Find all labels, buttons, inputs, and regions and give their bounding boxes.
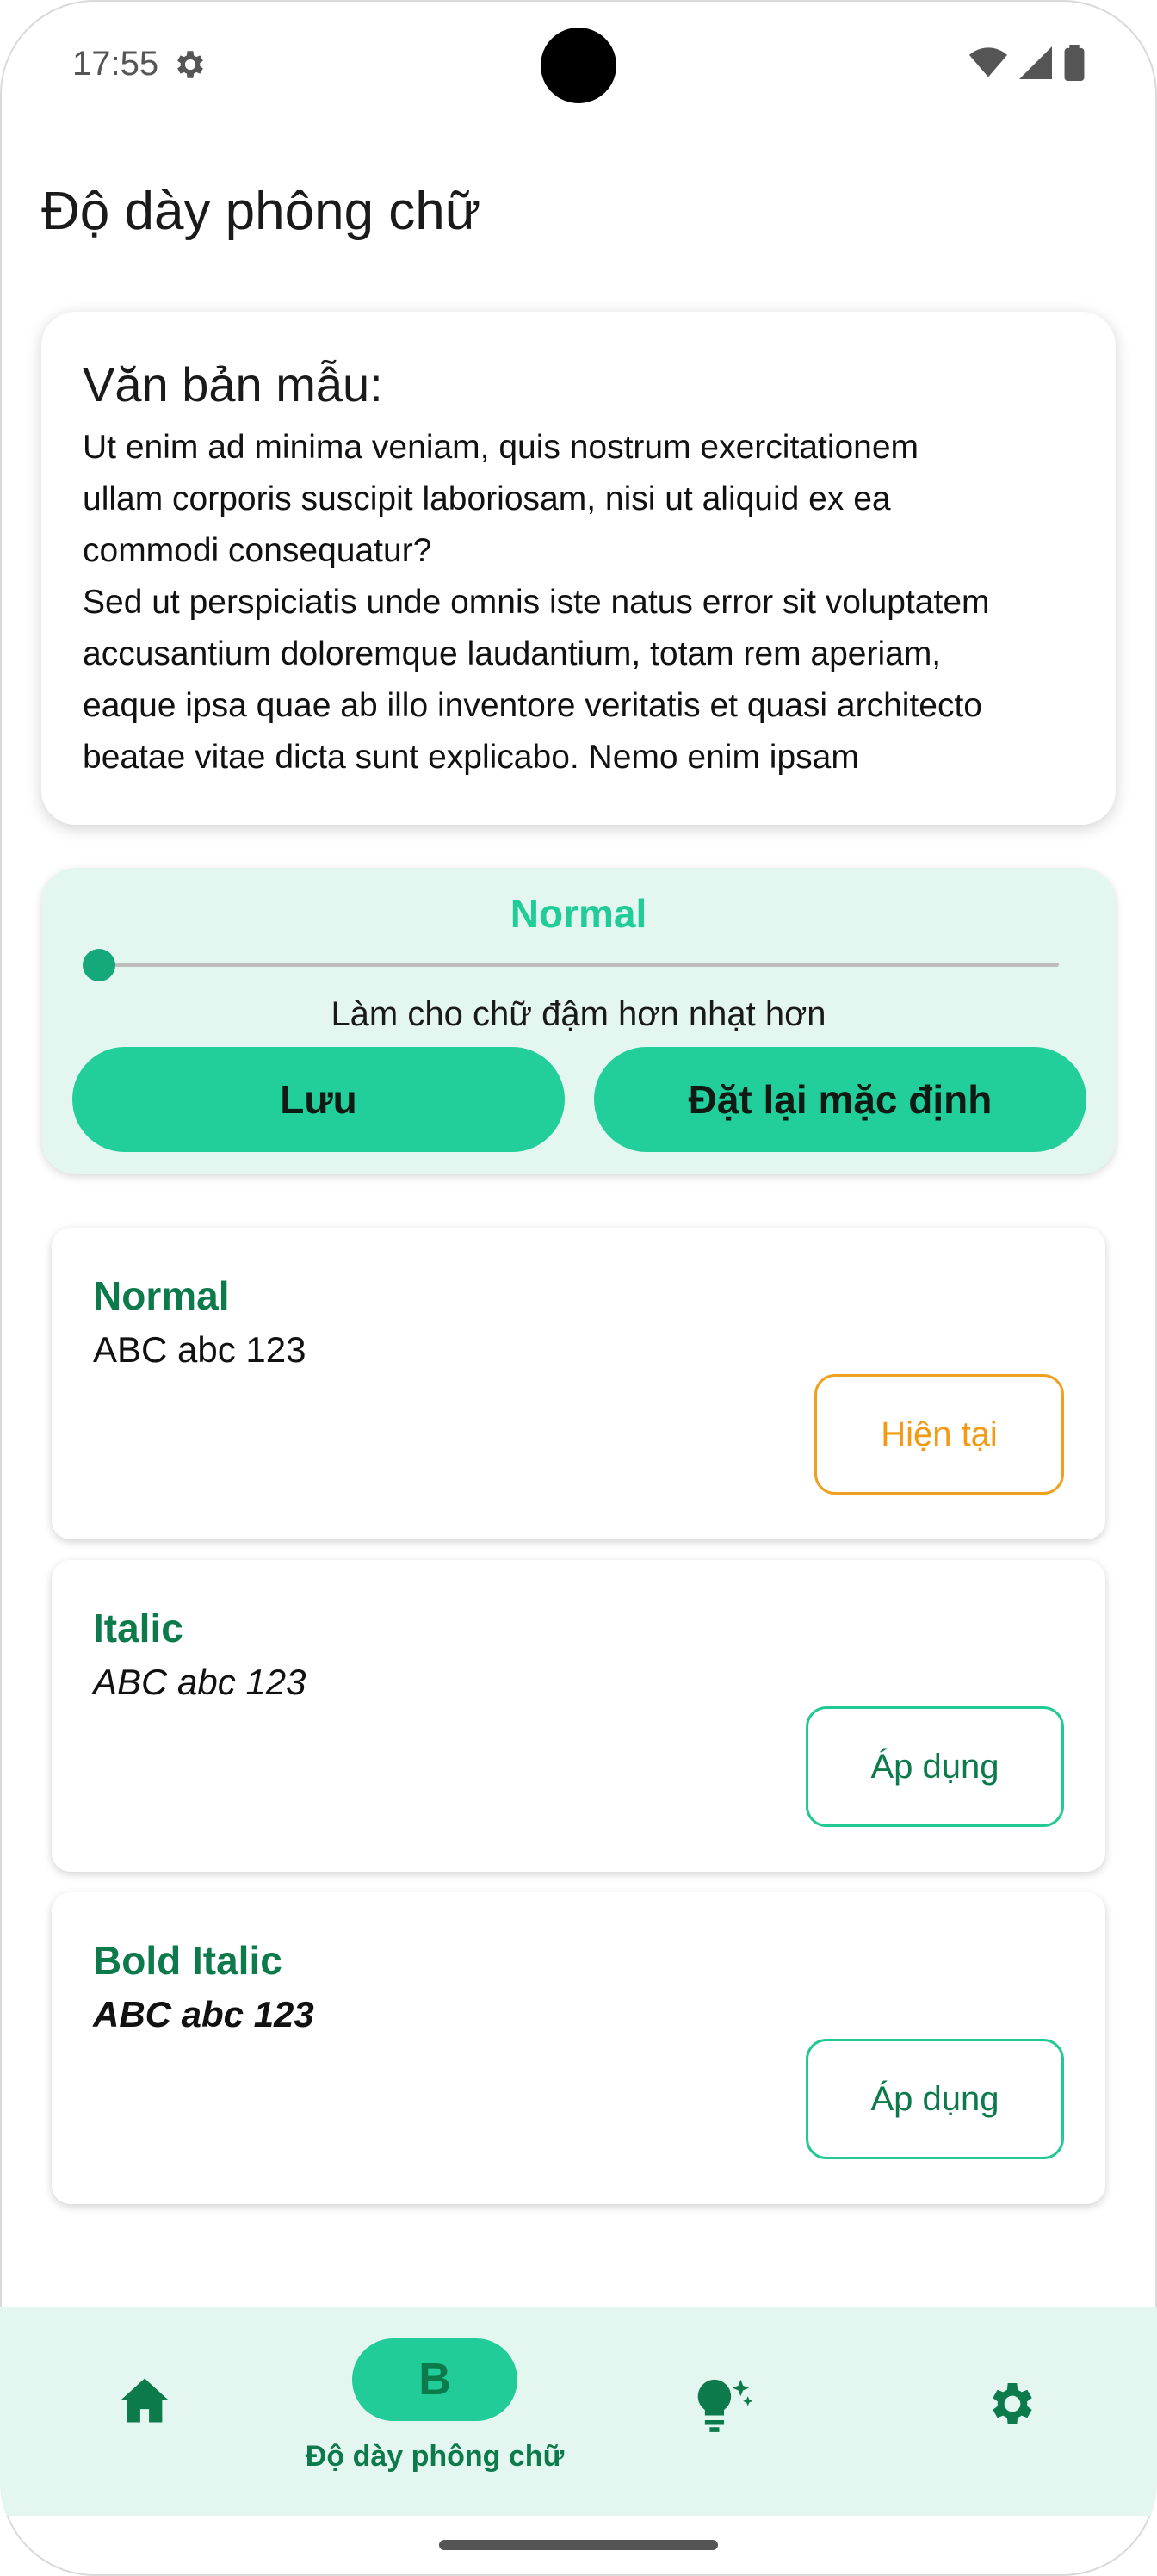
wifi-icon <box>969 46 1007 79</box>
option-card-bold-italic: Bold Italic ABC abc 123 Áp dụng <box>52 1892 1105 2204</box>
nav-item-settings[interactable] <box>961 2307 1064 2516</box>
nav-label-font-weight: Độ dày phông chữ <box>305 2440 565 2473</box>
weight-slider-track[interactable] <box>98 963 1059 967</box>
status-icons <box>969 45 1085 81</box>
weight-control-panel: Normal Làm cho chữ đậm hơn nhạt hơn Lưu … <box>41 868 1116 1174</box>
home-indicator[interactable] <box>439 2540 718 2550</box>
reset-default-button[interactable]: Đặt lại mặc định <box>594 1047 1086 1152</box>
option-sample: ABC abc 123 <box>93 1329 306 1370</box>
option-card-italic: Italic ABC abc 123 Áp dụng <box>52 1560 1105 1872</box>
gear-icon <box>985 2376 1040 2436</box>
front-camera <box>541 28 616 103</box>
option-name: Bold Italic <box>93 1938 282 1983</box>
weight-slider-thumb[interactable] <box>83 949 115 981</box>
option-card-normal: Normal ABC abc 123 Hiện tại <box>52 1228 1105 1539</box>
status-time: 17:55 <box>72 45 159 83</box>
nav-item-font-weight[interactable]: B Độ dày phông chữ <box>275 2307 594 2516</box>
sample-heading: Văn bản mẫu: <box>83 357 383 412</box>
app-screen: 17:55 Độ dày phông chữ Văn bản mẫu: Ut e… <box>0 0 1157 2576</box>
lightbulb-icon <box>693 2375 755 2439</box>
option-name: Normal <box>93 1273 230 1318</box>
settings-status-icon <box>172 46 208 83</box>
status-bar: 17:55 <box>0 0 1157 129</box>
home-icon <box>118 2376 171 2429</box>
current-button[interactable]: Hiện tại <box>814 1374 1064 1495</box>
apply-button[interactable]: Áp dụng <box>806 1706 1064 1827</box>
font-weight-icon: B <box>352 2338 517 2421</box>
option-sample: ABC abc 123 <box>93 1994 314 2034</box>
save-button[interactable]: Lưu <box>72 1047 565 1152</box>
page-title: Độ dày phông chữ <box>41 182 481 241</box>
bottom-navigation: B Độ dày phông chữ <box>0 2307 1157 2516</box>
option-sample: ABC abc 123 <box>93 1662 306 1702</box>
apply-button[interactable]: Áp dụng <box>806 2039 1064 2159</box>
sample-paragraph: Ut enim ad minima veniam, quis nostrum e… <box>83 429 990 776</box>
slider-hint: Làm cho chữ đậm hơn nhạt hơn <box>331 995 826 1033</box>
cell-signal-icon <box>1019 46 1052 79</box>
option-name: Italic <box>93 1606 183 1650</box>
current-weight-label: Normal <box>510 891 647 936</box>
nav-item-home[interactable] <box>93 2307 196 2516</box>
sample-text-card: Văn bản mẫu: Ut enim ad minima veniam, q… <box>41 312 1116 825</box>
nav-item-tips[interactable] <box>668 2307 780 2516</box>
battery-icon <box>1064 45 1085 81</box>
